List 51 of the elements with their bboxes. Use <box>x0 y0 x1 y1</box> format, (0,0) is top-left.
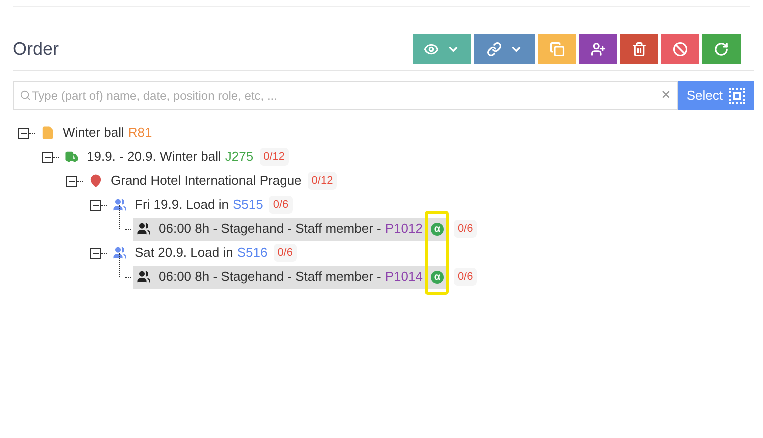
collapse-toggle[interactable] <box>42 152 53 162</box>
count-badge: 0/12 <box>308 172 338 190</box>
group-icon <box>113 246 127 260</box>
toolbar-button[interactable] <box>579 34 617 64</box>
collapse-toggle[interactable] <box>90 200 101 210</box>
toolbar-button[interactable] <box>620 34 658 64</box>
toolbar-button[interactable] <box>474 34 535 64</box>
select-area-icon <box>729 88 745 104</box>
ban-icon <box>672 42 688 56</box>
collapse-toggle[interactable] <box>66 176 77 186</box>
collapse-toggle[interactable] <box>90 248 101 258</box>
eye-icon <box>424 42 439 56</box>
truck-icon <box>65 150 79 164</box>
count-badge: 0/6 <box>269 196 293 214</box>
status-badge: α <box>430 222 444 236</box>
node-label[interactable]: Sat 20.9. Load in <box>135 243 234 263</box>
search-field[interactable]: Type (part of) name, date, position role, etc, ... × <box>13 81 678 110</box>
count-badge: 0/6 <box>454 268 478 286</box>
document-icon <box>41 126 55 140</box>
node-code[interactable]: J275 <box>225 147 254 167</box>
node-label[interactable]: 06:00 8h - Stagehand - Staff member - <box>159 267 382 287</box>
search-icon <box>20 90 31 101</box>
trash-icon <box>632 42 646 56</box>
toolbar-button[interactable] <box>661 34 699 64</box>
node-label[interactable]: Winter ball <box>63 123 124 143</box>
node-label[interactable]: 19.9. - 20.9. Winter ball <box>87 147 222 167</box>
add-user-icon <box>590 42 606 56</box>
status-badge: α <box>430 270 444 284</box>
copy-icon <box>550 42 564 56</box>
count-badge: 0/6 <box>274 244 297 262</box>
node-code[interactable]: P1012 <box>385 219 423 239</box>
node-code[interactable]: S516 <box>237 243 268 263</box>
refresh-icon <box>714 42 729 56</box>
count-badge: 0/12 <box>260 148 290 166</box>
clear-button[interactable]: × <box>662 84 671 108</box>
node-label[interactable]: Fri 19.9. Load in <box>135 195 229 215</box>
node-code[interactable]: R81 <box>128 123 152 143</box>
node-label[interactable]: Grand Hotel International Prague <box>111 171 302 191</box>
node-label[interactable]: 06:00 8h - Stagehand - Staff member - <box>159 219 382 239</box>
group-icon <box>113 198 127 212</box>
count-badge: 0/6 <box>454 220 478 238</box>
toolbar-button[interactable] <box>702 34 741 64</box>
collapse-toggle[interactable] <box>18 128 29 138</box>
node-code[interactable]: S515 <box>232 195 264 215</box>
map-pin-icon <box>89 174 103 188</box>
group-icon <box>137 222 151 236</box>
group-icon <box>137 270 151 284</box>
link-icon <box>486 42 502 56</box>
page-title: Order <box>13 38 60 60</box>
node-code[interactable]: P1014 <box>385 267 423 287</box>
select-button[interactable]: Select <box>678 81 754 110</box>
